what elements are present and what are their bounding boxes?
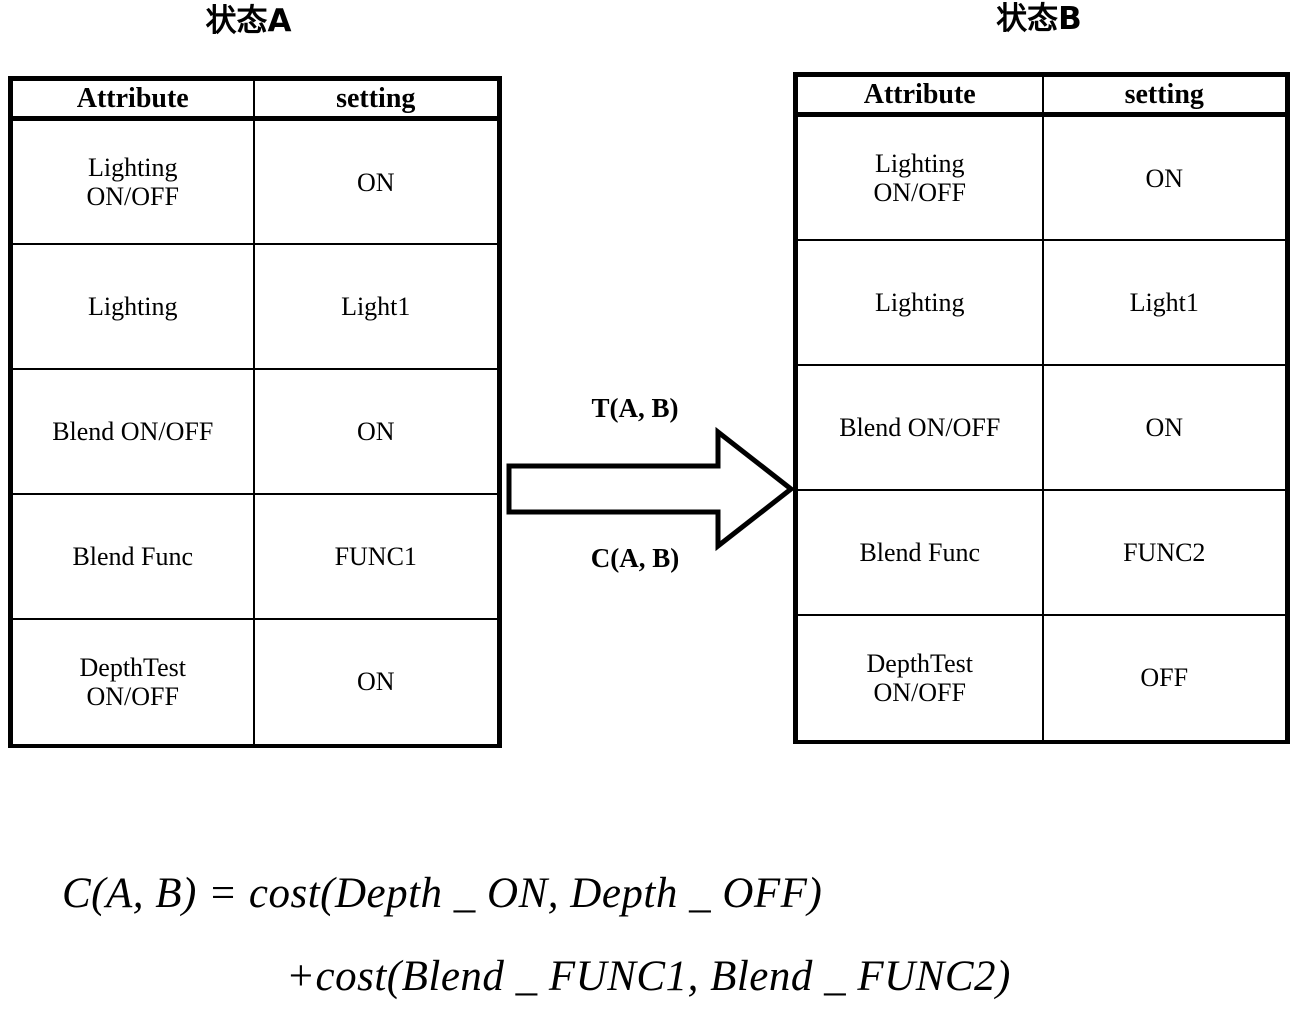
column-header-attribute: Attribute — [8, 75, 255, 122]
attribute-cell: Lighting ON/OFF — [793, 113, 1044, 241]
table-row: Blend Func FUNC1 — [8, 492, 502, 620]
cost-formula-line-1: C(A, B) = cost(Depth _ ON, Depth _ OFF) — [62, 870, 823, 917]
table-row: Lighting Light1 — [793, 238, 1290, 366]
attribute-cell: DepthTest ON/OFF — [8, 617, 255, 748]
table-header-row: Attribute setting — [8, 75, 502, 122]
state-a-title: 状态A — [205, 3, 292, 39]
table-row: Lighting Light1 — [8, 242, 502, 370]
setting-cell: ON — [252, 117, 502, 245]
attribute-cell: Blend ON/OFF — [793, 363, 1044, 491]
table-row: Lighting ON/OFF ON — [793, 113, 1290, 241]
setting-cell: FUNC2 — [1041, 488, 1290, 616]
setting-cell: ON — [252, 617, 502, 748]
setting-cell: ON — [1041, 363, 1290, 491]
attribute-cell: Lighting — [793, 238, 1044, 366]
table-row: Blend ON/OFF ON — [793, 363, 1290, 491]
table-row: DepthTest ON/OFF ON — [8, 617, 502, 748]
table-row: Blend ON/OFF ON — [8, 367, 502, 495]
setting-cell: Light1 — [1041, 238, 1290, 366]
transition-function-label: T(A, B) — [591, 393, 679, 423]
transition-arrow-group — [500, 425, 800, 555]
column-header-setting: setting — [1041, 71, 1290, 118]
setting-cell: FUNC1 — [252, 492, 502, 620]
cost-formula-line-2: +cost(Blend _ FUNC1, Blend _ FUNC2) — [286, 953, 1011, 1000]
attribute-cell: Lighting ON/OFF — [8, 117, 255, 245]
table-row: Lighting ON/OFF ON — [8, 117, 502, 245]
setting-cell: Light1 — [252, 242, 502, 370]
setting-cell: ON — [252, 367, 502, 495]
attribute-cell: Blend ON/OFF — [8, 367, 255, 495]
column-header-attribute: Attribute — [793, 71, 1044, 118]
attribute-cell: Blend Func — [793, 488, 1044, 616]
attribute-cell: Blend Func — [8, 492, 255, 620]
attribute-cell: Lighting — [8, 242, 255, 370]
table-row: Blend Func FUNC2 — [793, 488, 1290, 616]
table-row: DepthTest ON/OFF OFF — [793, 613, 1290, 744]
column-header-setting: setting — [252, 75, 502, 122]
right-block-arrow-icon — [506, 426, 796, 552]
state-b-title: 状态B — [996, 1, 1082, 37]
table-header-row: Attribute setting — [793, 71, 1290, 118]
cost-function-label: C(A, B) — [590, 543, 680, 573]
attribute-cell: DepthTest ON/OFF — [793, 613, 1044, 744]
state-a-table: Attribute setting Lighting ON/OFF ON Lig… — [8, 75, 502, 748]
setting-cell: OFF — [1041, 613, 1290, 744]
state-b-table: Attribute setting Lighting ON/OFF ON Lig… — [793, 71, 1290, 744]
setting-cell: ON — [1041, 113, 1290, 241]
